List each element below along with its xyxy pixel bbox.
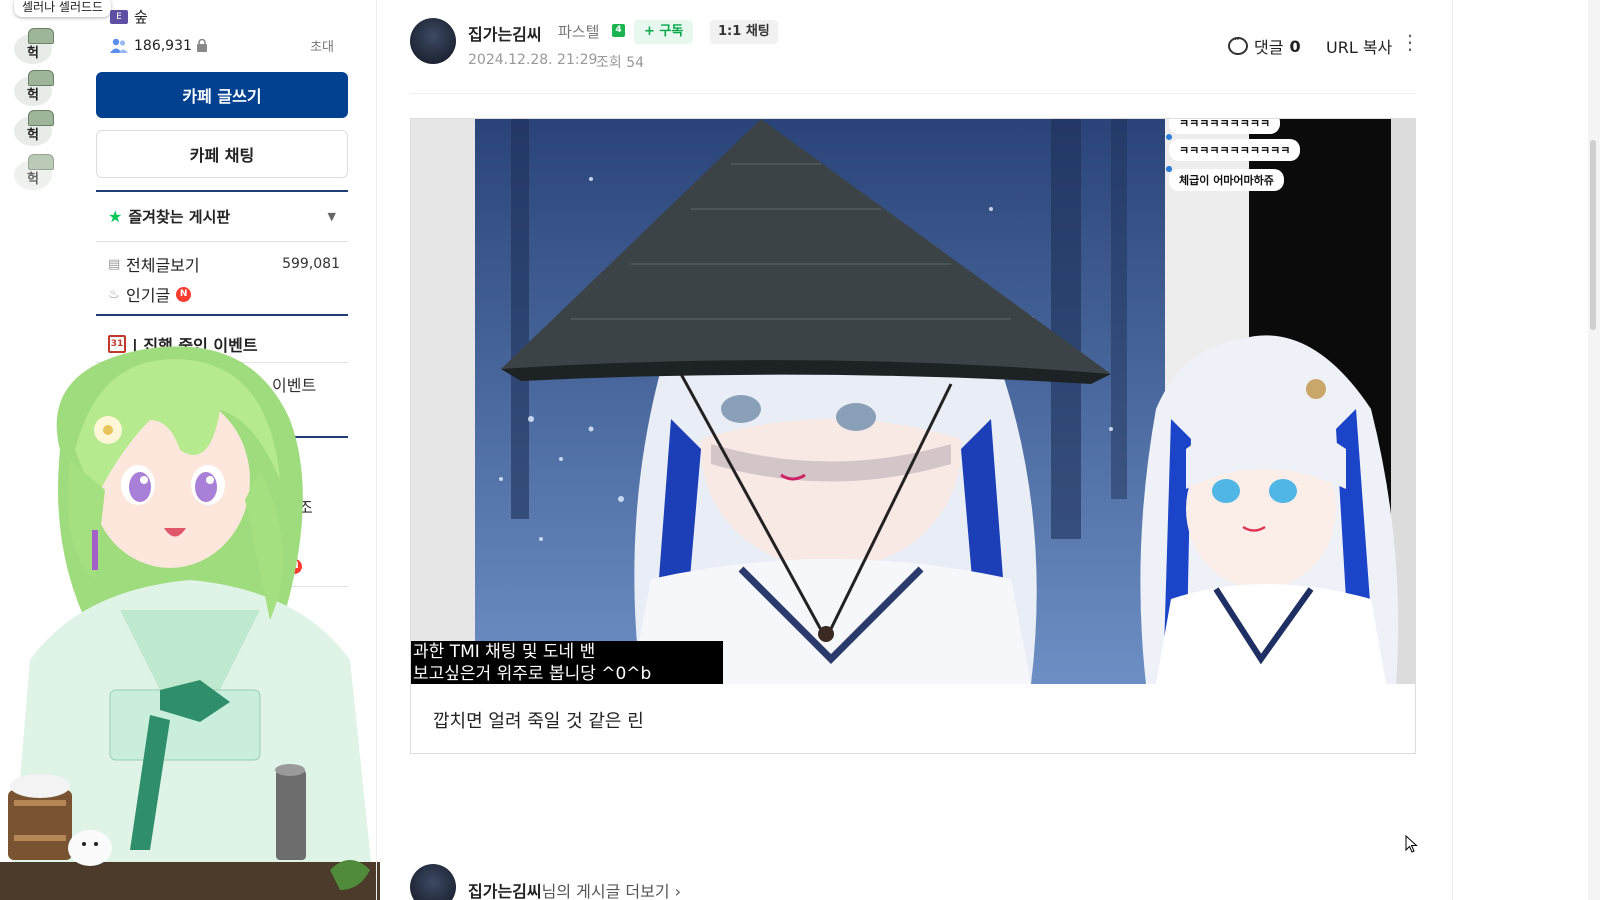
sidebar-item-popular[interactable]: ♨ 인기글 N	[108, 282, 340, 306]
chat-emote: 헉	[14, 110, 54, 146]
header-divider	[410, 93, 1416, 94]
chat-emote: 헉	[14, 70, 54, 106]
stream-subtitle-box: 과한 TMI 채팅 및 도네 밴 보고싶은거 위주로 봅니당 ^0^b	[411, 641, 723, 684]
author-more-posts-text[interactable]: 집가는김씨님의 게시글 더보기 ›	[468, 878, 681, 900]
post-image-card: ㅋㅋㅋㅋㅋㅋㅋㅋㅋ ㅋㅋㅋㅋㅋㅋㅋㅋㅋㅋㅋ 체급이 어마어마하쥬 과한 TMI …	[410, 118, 1416, 754]
star-icon: ★	[108, 207, 123, 226]
invite-link[interactable]: 초대	[310, 36, 334, 55]
comment-count: 0	[1289, 36, 1301, 56]
lock-icon	[196, 39, 207, 52]
forest-level-icon: E	[110, 9, 128, 24]
author-name: 집가는김씨	[468, 882, 542, 900]
member-row: 186,931 초대	[110, 36, 334, 55]
subscribe-button[interactable]: + 구독	[634, 20, 694, 44]
sidebar-item-label: 전체글보기	[126, 256, 200, 275]
post-header: 집가는김씨 파스텔 4 + 구독 1:1 채팅 2024.12.28. 21:2…	[410, 18, 1420, 78]
subtitle-line: 과한 TMI 채팅 및 도네 밴	[413, 642, 596, 662]
chat-emote: 헉	[14, 28, 54, 64]
more-options-icon[interactable]: ⋮	[1400, 32, 1420, 52]
forest-label: 숲	[134, 8, 148, 26]
post-image-illustration	[411, 119, 1415, 684]
post-caption: 깝치면 얼려 죽일 것 같은 린	[433, 711, 644, 732]
grade-level-icon: 4	[612, 24, 625, 37]
chat-emote: 헉	[14, 154, 54, 190]
page-scrollbar[interactable]	[1588, 0, 1600, 900]
url-copy-button[interactable]: URL 복사	[1326, 34, 1392, 58]
author-grade: 파스텔	[558, 23, 600, 41]
chevron-down-icon: ▼	[327, 210, 336, 223]
more-posts-label: 님의 게시글 더보기 ›	[541, 882, 682, 900]
comment-label: 댓글	[1254, 38, 1284, 57]
content-border-right	[1452, 0, 1453, 900]
favorite-boards-label: 즐겨찾는 게시판	[128, 208, 231, 226]
author-more-posts[interactable]: 집가는김씨님의 게시글 더보기 ›	[410, 864, 1010, 900]
author-name[interactable]: 집가는김씨	[468, 21, 542, 45]
stream-chat-overlay: 셀러나 셀러드드 헉 헉 헉 헉	[0, 0, 112, 200]
subtitle-line: 보고싶은거 위주로 봅니당 ^0^b	[413, 664, 652, 684]
author-avatar[interactable]	[410, 18, 456, 64]
post-image[interactable]: ㅋㅋㅋㅋㅋㅋㅋㅋㅋ ㅋㅋㅋㅋㅋㅋㅋㅋㅋㅋㅋ 체급이 어마어마하쥬 과한 TMI …	[411, 119, 1415, 684]
content-border-left	[376, 0, 377, 900]
chat-dot	[1166, 134, 1172, 140]
members-icon	[110, 38, 128, 53]
post-date: 2024.12.28. 21:29	[468, 52, 598, 68]
cafe-chat-button[interactable]: 카페 채팅	[96, 130, 348, 178]
favorite-boards-toggle[interactable]: ★ 즐겨찾는 게시판 ▼	[96, 190, 348, 242]
image-chat-bubble: ㅋㅋㅋㅋㅋㅋㅋㅋㅋㅋㅋ	[1169, 139, 1301, 161]
document-icon: ▤	[108, 256, 121, 272]
member-count: 186,931	[134, 37, 192, 54]
image-chat-bubble: 체급이 어마어마하쥬	[1169, 169, 1284, 191]
author-avatar[interactable]	[410, 864, 456, 900]
image-chat-bubble: ㅋㅋㅋㅋㅋㅋㅋㅋㅋ	[1169, 119, 1281, 134]
flame-icon: ♨	[108, 286, 120, 302]
divider	[96, 314, 348, 316]
mouse-cursor-icon	[1405, 835, 1418, 853]
vtuber-avatar-overlay	[0, 346, 380, 900]
new-badge: N	[176, 286, 192, 302]
all-posts-count: 599,081	[282, 256, 340, 272]
one-on-one-chat-button[interactable]: 1:1 채팅	[710, 20, 778, 44]
sidebar-item-all-posts[interactable]: ▤ 전체글보기 599,081	[108, 252, 340, 276]
sidebar-item-label: 인기글	[126, 286, 171, 305]
scrollbar-thumb[interactable]	[1590, 140, 1596, 330]
comment-link[interactable]: 댓글 0	[1228, 34, 1301, 58]
post-views: 조회 54	[596, 55, 645, 71]
cafe-write-button[interactable]: 카페 글쓰기	[96, 72, 348, 118]
comment-bubble-icon	[1228, 35, 1248, 55]
forest-row: E 숲	[110, 6, 148, 27]
